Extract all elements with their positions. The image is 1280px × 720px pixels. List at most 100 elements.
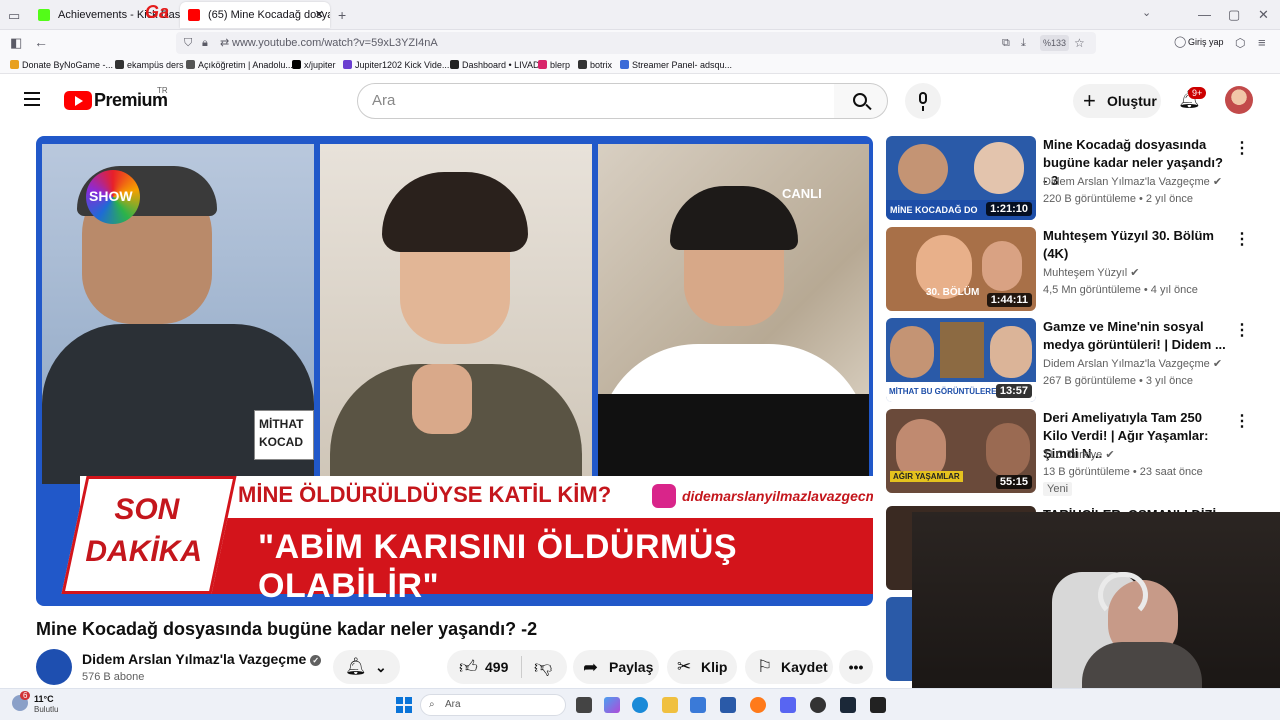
create-button[interactable]: + Oluştur (1073, 84, 1161, 118)
recommended-channel[interactable]: Muhteşem Yüzyıl ✔ (1043, 266, 1139, 279)
more-actions-button[interactable]: ••• (839, 650, 873, 684)
close-window-icon[interactable]: ✕ (1258, 8, 1269, 21)
recommended-video[interactable]: MİNE KOCADAĞ DO 1:21:10 Mine Kocadağ dos… (886, 136, 1250, 220)
back-icon[interactable]: ← (34, 35, 48, 49)
like-button[interactable]: 👍︎ 499 (447, 650, 521, 684)
thumbnail-person (898, 144, 948, 194)
recommended-channel[interactable]: Didem Arslan Yılmaz'la Vazgeçme ✔ (1043, 175, 1222, 188)
channel-name[interactable]: Didem Arslan Yılmaz'la Vazgeçme ✓ (82, 651, 322, 667)
bookmark-item[interactable]: Donate ByNoGame -... (10, 56, 113, 74)
video-duration: 13:57 (995, 384, 1032, 398)
recommended-video[interactable]: MİTHAT BU GÖRÜNTÜLERE 13:57 Gamze ve Min… (886, 318, 1250, 402)
video-thumbnail[interactable]: 30. BÖLÜM 1:44:11 (886, 227, 1036, 311)
recommended-meta: 220 B görüntüleme • 2 yıl önce (1043, 193, 1193, 205)
share-button[interactable]: ➦ Paylaş (573, 650, 659, 684)
scissors-icon: ✂ (677, 657, 692, 676)
youtube-logo-icon[interactable] (64, 91, 92, 110)
thumbnail-person (986, 423, 1030, 477)
minimize-icon[interactable]: — (1198, 8, 1211, 21)
bookmark-item[interactable]: ekampüs ders (115, 56, 184, 74)
sidebar-toggle-icon[interactable]: ◧ (10, 36, 22, 49)
person-hair (670, 186, 798, 250)
screenshot-icon[interactable]: ⧉ (1002, 32, 1010, 54)
firefox-icon[interactable] (750, 697, 766, 713)
recommended-title[interactable]: Gamze ve Mine'nin sosyal medya görüntüle… (1043, 318, 1229, 354)
bookmark-item[interactable]: botrix (578, 56, 612, 74)
taskbar-search[interactable]: ⌕ Ara (420, 694, 566, 716)
extensions-icon[interactable]: ⬡ (1235, 37, 1245, 49)
weather-temp: 11°C (34, 694, 54, 704)
bookmark-item[interactable]: Açıköğretim | Anadolu... (186, 56, 293, 74)
bookmark-item[interactable]: Dashboard • LIVAD (450, 56, 540, 74)
recommended-channel[interactable]: Didem Arslan Yılmaz'la Vazgeçme ✔ (1043, 357, 1222, 370)
dislike-button[interactable]: 👎︎ (522, 650, 567, 684)
file-explorer-icon[interactable] (662, 697, 678, 713)
steam-icon[interactable] (840, 697, 856, 713)
video-player[interactable]: MİTHAT KOCAD SHOW CANLI MİNE ÖLDÜRÜLDÜYS… (36, 136, 873, 606)
new-tab-icon[interactable]: + (338, 8, 346, 22)
notifications-button[interactable]: 🔔︎ 9+ (1178, 87, 1207, 111)
recommended-video[interactable]: AĞIR YAŞAMLAR 55:15 Deri Ameliyatıyla Ta… (886, 409, 1250, 499)
video-thumbnail[interactable]: MİNE KOCADAĞ DO 1:21:10 (886, 136, 1036, 220)
channel-avatar[interactable] (36, 649, 72, 685)
video-thumbnail[interactable]: AĞIR YAŞAMLAR 55:15 (886, 409, 1036, 493)
show-logo-text: SHOW (89, 188, 133, 204)
subscribe-bell-button[interactable]: 🔔︎ ⌄ (333, 650, 400, 684)
bookmark-item[interactable]: x/jupiter (292, 56, 336, 74)
permissions-icon[interactable]: ⇄ (220, 32, 229, 54)
video-duration: 1:21:10 (986, 202, 1032, 216)
zoom-level[interactable]: %133 (1040, 35, 1070, 51)
more-vertical-icon[interactable]: ⋮ (1234, 320, 1250, 340)
more-vertical-icon[interactable]: ⋮ (1234, 138, 1250, 158)
voice-search-button[interactable] (905, 83, 941, 119)
copilot-icon[interactable] (604, 697, 620, 713)
outlook-icon[interactable] (720, 697, 736, 713)
search-button[interactable] (834, 83, 888, 119)
notification-count-badge: 9+ (1188, 87, 1207, 99)
download-page-icon[interactable]: ⤓ (1021, 32, 1026, 54)
address-bar[interactable]: ⛉ 🔒︎ ⇄ www.youtube.com/watch?v=59xL3YZI4… (176, 32, 1096, 54)
region-code: TR (157, 86, 168, 95)
edge-icon[interactable] (632, 697, 648, 713)
menu-icon[interactable]: ≡ (1258, 36, 1266, 49)
lock-icon[interactable]: 🔒︎ (202, 32, 208, 54)
tab-list-icon[interactable]: ▭ (8, 9, 20, 22)
video-duration: 1:44:11 (986, 293, 1032, 307)
signin-link[interactable]: Giriş yap (1188, 37, 1224, 47)
more-vertical-icon[interactable]: ⋮ (1234, 411, 1250, 431)
bookmark-label: Jupiter1202 Kick Vide... (355, 60, 450, 70)
search-icon-handle (865, 103, 872, 111)
video-thumbnail[interactable] (886, 597, 912, 681)
account-icon[interactable]: ◯ (1174, 37, 1186, 48)
clip-button[interactable]: ✂ Klip (667, 650, 737, 684)
save-button[interactable]: ⚐ Kaydet (745, 650, 833, 684)
verified-icon: ✔ (1212, 358, 1223, 370)
bookmark-item[interactable]: Streamer Panel- adsqu... (620, 56, 732, 74)
hamburger-menu-icon[interactable] (24, 92, 40, 106)
search-input[interactable]: Ara (357, 83, 835, 119)
obs-icon[interactable] (810, 697, 826, 713)
windows-start-icon[interactable] (396, 697, 412, 713)
banner-headline-main: "ABİM KARISINI ÖLDÜRMÜŞ OLABİLİR" (258, 528, 738, 605)
maximize-icon[interactable]: ▢ (1228, 8, 1240, 21)
tab-youtube-video[interactable]: (65) Mine Kocadağ dosyası ✕ (180, 2, 330, 28)
close-tab-icon[interactable]: ✕ (315, 2, 324, 28)
recommended-video[interactable]: 30. BÖLÜM 1:44:11 Muhteşem Yüzyıl 30. Bö… (886, 227, 1250, 311)
recommended-channel[interactable]: TLC Turkiye ✔ (1043, 448, 1115, 461)
shield-icon[interactable]: ⛉ (184, 32, 192, 54)
epic-games-icon[interactable] (870, 697, 886, 713)
bookmark-item[interactable]: Jupiter1202 Kick Vide... (343, 56, 449, 74)
bookmark-item[interactable]: blerp (538, 56, 570, 74)
taskbar-search-placeholder: Ara (445, 699, 461, 710)
discord-icon[interactable] (780, 697, 796, 713)
avatar[interactable] (1225, 86, 1253, 114)
more-vertical-icon[interactable]: ⋮ (1234, 229, 1250, 249)
video-thumbnail[interactable]: MİTHAT BU GÖRÜNTÜLERE 13:57 (886, 318, 1036, 402)
bookmark-star-icon[interactable]: ☆ (1074, 32, 1085, 54)
recommended-title[interactable]: Muhteşem Yüzyıl 30. Bölüm (4K) (1043, 227, 1229, 263)
url-text: www.youtube.com/watch?v=59xL3YZI4nA (232, 37, 438, 49)
windows-taskbar: 6 11°C Bulutlu ⌕ Ara (0, 688, 1280, 720)
task-view-icon[interactable] (576, 697, 592, 713)
store-icon[interactable] (690, 697, 706, 713)
chevron-down-icon[interactable]: ⌄ (1142, 8, 1151, 19)
